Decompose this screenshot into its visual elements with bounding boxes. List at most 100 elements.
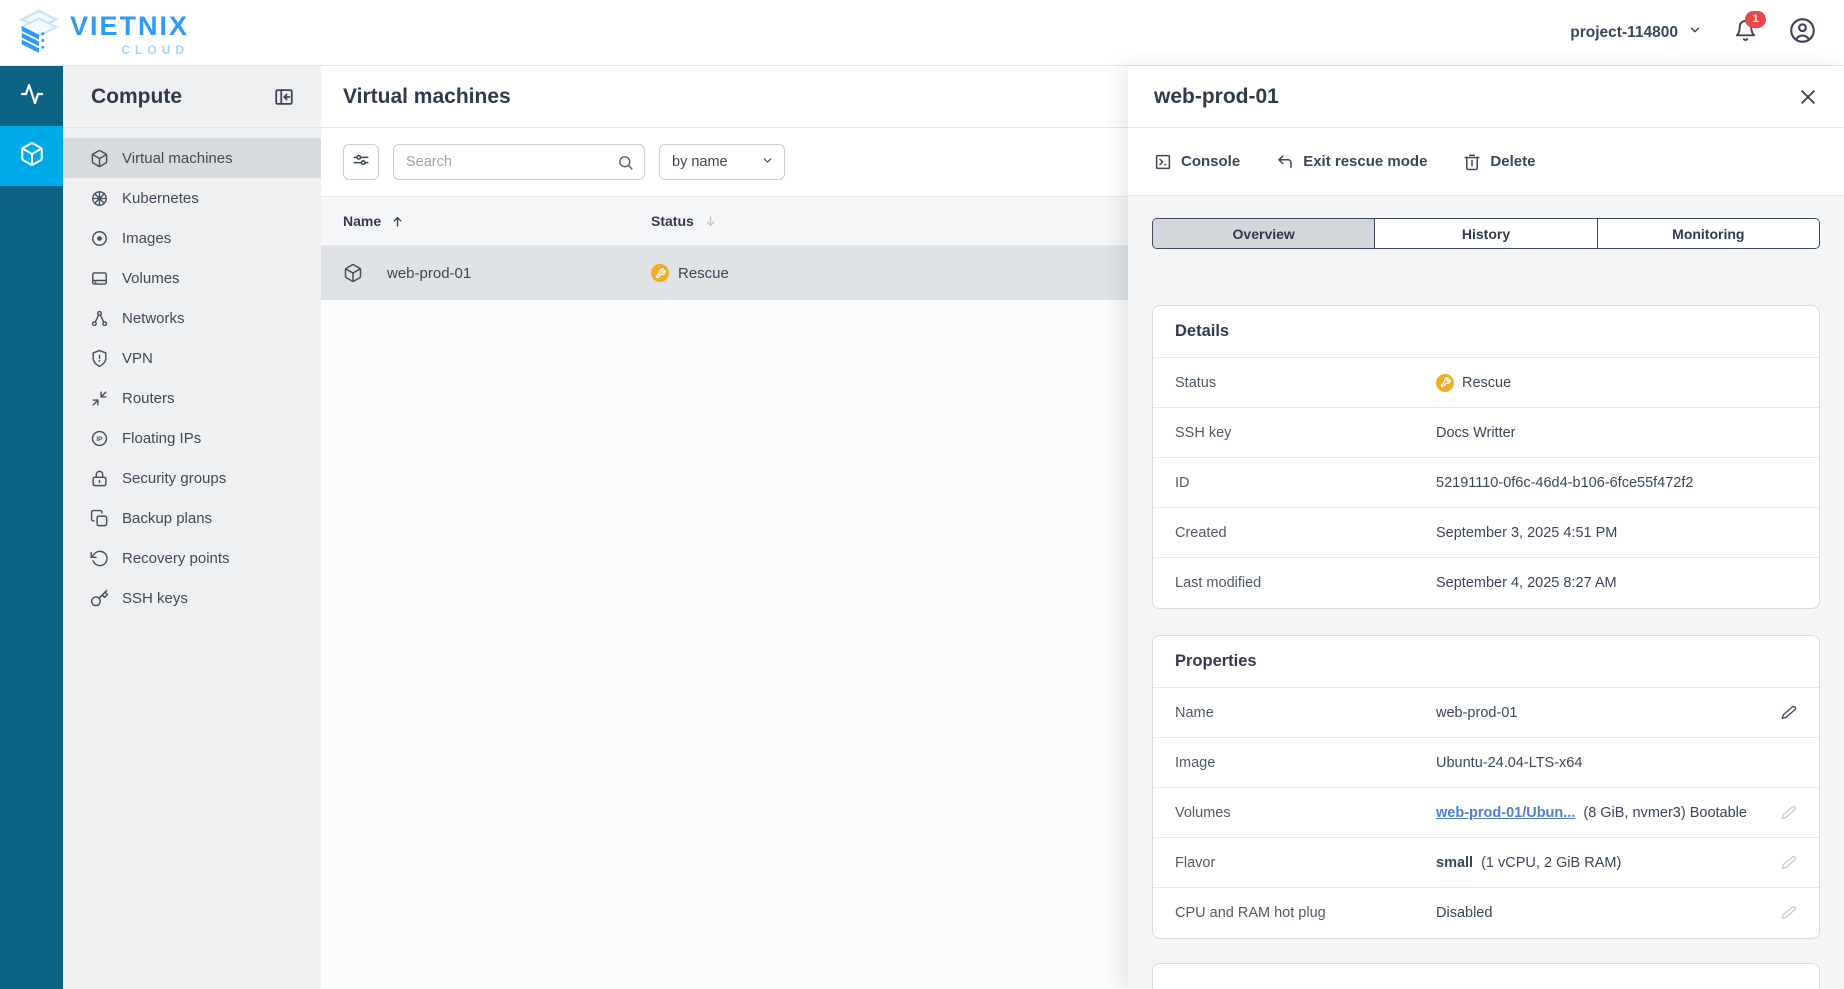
sidebar-item-images[interactable]: Images — [63, 218, 321, 258]
volume-extra: (8 GiB, nvmer3) Bootable — [1583, 805, 1747, 821]
sidebar-item-volumes[interactable]: Volumes — [63, 258, 321, 298]
collapse-sidebar-button[interactable] — [273, 86, 295, 108]
details-card-title: Details — [1153, 306, 1819, 358]
close-panel-button[interactable] — [1798, 87, 1818, 107]
sidebar-item-label: Volumes — [122, 270, 180, 287]
table-row[interactable]: web-prod-01 Rescue — [321, 246, 1128, 300]
details-card: Details Status Rescue SSH key Docs Writt… — [1152, 305, 1820, 609]
detail-row-last-modified: Last modified September 4, 2025 8:27 AM — [1153, 558, 1819, 608]
panel-actions: Console Exit rescue mode Delete — [1128, 128, 1844, 196]
properties-card: Properties Name web-prod-01 Image Ubuntu… — [1152, 635, 1820, 939]
main-content: Virtual machines by name — [321, 66, 1128, 989]
delete-button[interactable]: Delete — [1463, 153, 1535, 171]
rail-item-monitoring[interactable] — [0, 66, 63, 126]
row-status-cell: Rescue — [651, 264, 729, 282]
tab-monitoring[interactable]: Monitoring — [1597, 219, 1819, 248]
row-value: Docs Writter — [1436, 425, 1797, 441]
sidebar-item-virtual-machines[interactable]: Virtual machines — [63, 138, 321, 178]
project-selector[interactable]: project-114800 — [1570, 23, 1702, 42]
row-label: Name — [1175, 705, 1436, 721]
exit-rescue-mode-button[interactable]: Exit rescue mode — [1276, 153, 1427, 171]
row-label: Image — [1175, 755, 1436, 771]
filter-button[interactable] — [343, 144, 379, 180]
sidebar-item-ssh-keys[interactable]: SSH keys — [63, 578, 321, 618]
property-row-image: Image Ubuntu-24.04-LTS-x64 — [1153, 738, 1819, 788]
panel-header: web-prod-01 — [1128, 66, 1844, 128]
sidebar-item-security-groups[interactable]: Security groups — [63, 458, 321, 498]
row-name-cell: web-prod-01 — [343, 263, 651, 283]
arrows-in-icon — [90, 389, 109, 408]
topbar-right: project-114800 1 — [1570, 17, 1816, 49]
sidebar-item-label: Floating IPs — [122, 430, 201, 447]
properties-card-title: Properties — [1153, 636, 1819, 688]
edit-pencil-icon[interactable] — [1781, 705, 1797, 721]
edit-pencil-icon[interactable] — [1781, 855, 1797, 871]
detail-row-created: Created September 3, 2025 4:51 PM — [1153, 508, 1819, 558]
console-button[interactable]: Console — [1154, 153, 1240, 171]
restore-icon — [90, 549, 109, 568]
svg-text:IP: IP — [96, 436, 103, 443]
cube-icon — [343, 263, 363, 283]
sort-by-select[interactable]: by name — [659, 144, 785, 180]
rail-item-compute[interactable] — [0, 126, 63, 186]
delete-label: Delete — [1490, 153, 1535, 170]
activity-icon — [20, 82, 44, 111]
search-input[interactable] — [406, 154, 617, 170]
detail-row-status: Status Rescue — [1153, 358, 1819, 408]
sidebar-menu: Virtual machines Kubernetes Images — [63, 128, 321, 618]
sidebar-item-backup-plans[interactable]: Backup plans — [63, 498, 321, 538]
row-value: Rescue — [1462, 375, 1511, 391]
sidebar-item-floating-ips[interactable]: IP Floating IPs — [63, 418, 321, 458]
avatar-icon — [1789, 17, 1816, 49]
table-header: Name Status — [321, 196, 1128, 246]
row-label: SSH key — [1175, 425, 1436, 441]
sidebar-item-label: Images — [122, 230, 171, 247]
sidebar-item-routers[interactable]: Routers — [63, 378, 321, 418]
sidebar-item-label: Recovery points — [122, 550, 230, 567]
column-status-label: Status — [651, 213, 694, 229]
vm-status: Rescue — [678, 265, 729, 282]
edit-pencil-icon[interactable] — [1781, 905, 1797, 921]
key-icon — [90, 589, 109, 608]
search-field — [393, 144, 645, 180]
row-label: Created — [1175, 525, 1436, 541]
sort-descending-icon — [704, 215, 717, 228]
detail-row-id: ID 52191110-0f6c-46d4-b106-6fce55f472f2 — [1153, 458, 1819, 508]
sidebar-item-label: SSH keys — [122, 590, 188, 607]
sidebar-item-vpn[interactable]: VPN — [63, 338, 321, 378]
project-label: project-114800 — [1570, 24, 1678, 42]
sort-ascending-icon — [391, 215, 404, 228]
row-label: CPU and RAM hot plug — [1175, 905, 1436, 921]
user-menu-button[interactable] — [1789, 17, 1816, 49]
flavor-name: small — [1436, 855, 1473, 871]
column-header-name[interactable]: Name — [343, 213, 651, 229]
lock-icon — [90, 469, 109, 488]
copy-icon — [90, 509, 109, 528]
row-label: Volumes — [1175, 805, 1436, 821]
topbar: VIETNIX CLOUD project-114800 1 — [0, 0, 1844, 66]
brand-text: VIETNIX CLOUD — [70, 13, 189, 56]
app-root: VIETNIX CLOUD project-114800 1 — [0, 0, 1844, 989]
notifications-button[interactable]: 1 — [1734, 19, 1757, 47]
sidebar-item-recovery-points[interactable]: Recovery points — [63, 538, 321, 578]
sidebar-header: Compute — [63, 66, 321, 128]
detail-row-ssh-key: SSH key Docs Writter — [1153, 408, 1819, 458]
row-value: September 3, 2025 4:51 PM — [1436, 525, 1797, 541]
trash-icon — [1463, 153, 1481, 171]
sidebar-item-networks[interactable]: Networks — [63, 298, 321, 338]
tab-overview[interactable]: Overview — [1153, 219, 1374, 248]
left-rail — [0, 66, 63, 989]
network-icon — [90, 309, 109, 328]
row-value: Disabled — [1436, 905, 1781, 921]
edit-pencil-icon[interactable] — [1781, 805, 1797, 821]
list-toolbar: by name — [321, 128, 1128, 196]
helm-icon — [90, 189, 109, 208]
column-header-status[interactable]: Status — [651, 213, 717, 229]
row-value: Ubuntu-24.04-LTS-x64 — [1436, 755, 1797, 771]
property-row-flavor: Flavor small (1 vCPU, 2 GiB RAM) — [1153, 838, 1819, 888]
tab-history[interactable]: History — [1374, 219, 1596, 248]
sidebar-item-kubernetes[interactable]: Kubernetes — [63, 178, 321, 218]
volume-link[interactable]: web-prod-01/Ubun... — [1436, 805, 1575, 821]
property-row-name: Name web-prod-01 — [1153, 688, 1819, 738]
sidebar-item-label: Kubernetes — [122, 190, 199, 207]
